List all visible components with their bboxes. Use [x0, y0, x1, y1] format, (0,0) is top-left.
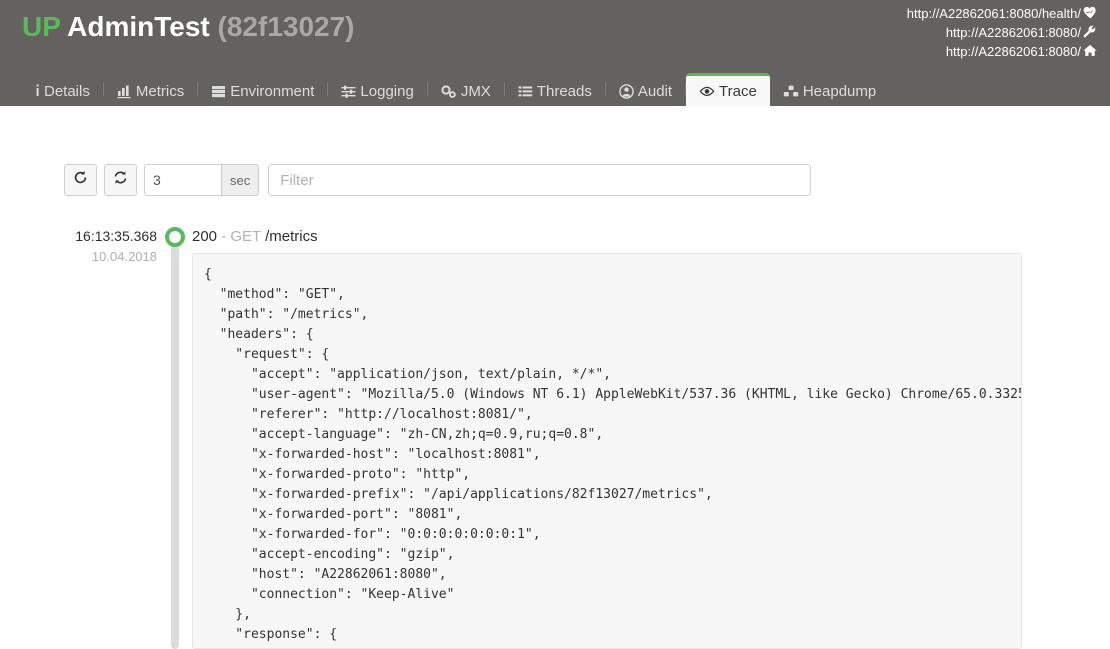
app-id: (82f13027): [217, 11, 355, 42]
server-icon: [211, 84, 226, 99]
cubes-icon: [783, 84, 799, 99]
tab-heapdump-label: Heapdump: [802, 82, 877, 100]
tab-environment[interactable]: Environment: [198, 73, 327, 106]
trace-time: 16:13:35.368: [75, 228, 157, 244]
tab-heapdump[interactable]: Heapdump: [770, 73, 889, 106]
status-badge: UP: [22, 11, 61, 42]
brand: UP AdminTest (82f13027): [22, 11, 355, 43]
tab-environment-label: Environment: [230, 82, 315, 100]
sliders-icon: [341, 84, 356, 99]
header-link-manage[interactable]: http://A22862061:8080/: [907, 23, 1098, 42]
auto-refresh-button[interactable]: [104, 164, 137, 196]
tab-details-label: Details: [44, 82, 90, 100]
header-link-health-label: http://A22862061:8080/health/: [906, 6, 1081, 21]
tab-metrics[interactable]: Metrics: [104, 73, 197, 106]
tab-logging-label: Logging: [360, 82, 414, 100]
refresh-button[interactable]: [64, 164, 97, 196]
header-links: http://A22862061:8080/health/ http://A22…: [907, 4, 1098, 61]
trace-body-json: { "method": "GET", "path": "/metrics", "…: [204, 267, 1021, 648]
cogs-icon: [441, 84, 457, 99]
tab-logging[interactable]: Logging: [328, 73, 426, 106]
tab-jmx-label: JMX: [460, 82, 491, 100]
header-link-manage-label: http://A22862061:8080/: [945, 25, 1081, 40]
app-header: UP AdminTest (82f13027) http://A22862061…: [0, 0, 1110, 68]
trace-path: /metrics: [265, 228, 318, 245]
tab-details[interactable]: Details: [22, 73, 103, 106]
user-circle-icon: [619, 83, 634, 99]
trace-separator: -: [221, 228, 227, 245]
trace-status-marker: [165, 227, 185, 247]
list-icon: [518, 84, 533, 99]
trace-toolbar: sec: [64, 164, 812, 196]
tab-metrics-label: Metrics: [135, 82, 185, 100]
trace-summary[interactable]: 200 - GET /metrics: [192, 228, 318, 245]
timeline-track: [171, 232, 179, 649]
header-link-home-label: http://A22862061:8080/: [945, 44, 1081, 59]
tab-trace-label: Trace: [719, 82, 757, 100]
home-icon: [1083, 44, 1098, 57]
tab-bar: Details Metrics Environment Logging JMX …: [0, 68, 1110, 106]
app-name: AdminTest: [67, 11, 210, 42]
trace-panel: sec 16:13:35.368 10.04.2018 200 - GET /m…: [0, 106, 1110, 649]
heartbeat-icon: [1083, 6, 1098, 19]
refresh-icon: [73, 170, 88, 190]
refresh-interval-input[interactable]: [144, 164, 221, 196]
refresh-interval-unit: sec: [221, 164, 260, 196]
sync-icon: [113, 170, 128, 190]
trace-body-panel[interactable]: { "method": "GET", "path": "/metrics", "…: [192, 253, 1022, 649]
header-link-home[interactable]: http://A22862061:8080/: [907, 42, 1098, 61]
tab-jmx[interactable]: JMX: [428, 73, 504, 106]
trace-date: 10.04.2018: [91, 249, 157, 264]
trace-status-code: 200: [192, 228, 218, 245]
tab-audit[interactable]: Audit: [606, 73, 685, 106]
wrench-icon: [1083, 25, 1098, 38]
tab-audit-label: Audit: [637, 82, 673, 100]
eye-icon: [699, 84, 715, 99]
info-icon: [35, 84, 40, 99]
bar-chart-icon: [117, 84, 132, 99]
filter-input[interactable]: [268, 164, 812, 196]
trace-method: GET: [230, 228, 261, 245]
header-link-health[interactable]: http://A22862061:8080/health/: [907, 4, 1098, 23]
tab-threads[interactable]: Threads: [505, 73, 605, 106]
refresh-interval-group: sec: [144, 164, 260, 196]
tab-trace[interactable]: Trace: [686, 73, 770, 106]
tab-threads-label: Threads: [536, 82, 592, 100]
